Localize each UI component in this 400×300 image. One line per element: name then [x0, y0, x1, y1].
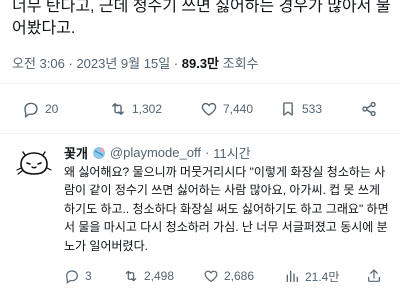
views-button[interactable]: 21.4만: [284, 268, 339, 285]
views-count: 89.3만: [181, 56, 220, 71]
tweet-action-bar: 20 1,302 7,440 533: [0, 98, 400, 120]
retweet-button[interactable]: 2,498: [123, 268, 174, 284]
retweet-button[interactable]: 1,302: [109, 100, 162, 118]
meta-separator: ·: [173, 56, 179, 71]
tweet-text: 너무 탄다고, 근데 청수기 쓰면 싫어하는 경우가 많아서 물어봤다고.: [12, 0, 391, 37]
share-button[interactable]: [360, 100, 378, 118]
share-icon: [362, 101, 376, 117]
reply-time[interactable]: 11시간: [213, 143, 250, 162]
like-count: 7,440: [223, 102, 254, 116]
divider: [0, 133, 400, 134]
retweet-icon: [112, 103, 124, 115]
tweet-date[interactable]: 2023년 9월 15일: [76, 56, 170, 71]
reply-count: 3: [85, 269, 92, 283]
meta-separator: ·: [204, 145, 210, 160]
doodle-face-icon: [16, 151, 52, 175]
heart-icon: [204, 270, 218, 282]
reply-count: 20: [45, 102, 59, 116]
tweet-meta: 오전 3:06 · 2023년 9월 15일 · 89.3만 조회수: [12, 53, 259, 72]
globe-badge-icon: [92, 146, 105, 159]
reply-author-name[interactable]: 꽃개: [64, 143, 88, 162]
reply-text: 왜 싫어해요? 물으니까 머뭇거리시다 "이렇게 화장실 청소하는 사람이 같이…: [64, 165, 389, 253]
divider: [0, 83, 400, 84]
like-count: 2,686: [224, 269, 255, 283]
reply-button[interactable]: 3: [64, 268, 92, 284]
bookmark-button[interactable]: 533: [279, 100, 322, 118]
reply-button[interactable]: 20: [22, 100, 58, 118]
like-button[interactable]: 7,440: [200, 100, 253, 118]
reply-icon: [24, 102, 38, 118]
retweet-count: 2,498: [144, 269, 175, 283]
reply-header: 꽃개 @playmode_off · 11시간: [64, 143, 251, 162]
views-count: 21.4만: [305, 269, 340, 284]
reply-icon: [66, 270, 78, 284]
reply-author-handle[interactable]: @playmode_off: [110, 145, 201, 160]
heart-icon: [201, 102, 217, 116]
meta-separator: ·: [68, 56, 73, 71]
views-label[interactable]: 조회수: [223, 56, 259, 71]
share-button[interactable]: [366, 268, 382, 284]
like-button[interactable]: 2,686: [203, 268, 254, 284]
bookmark-count: 533: [302, 102, 323, 116]
avatar[interactable]: [14, 144, 54, 184]
bookmark-icon: [283, 102, 293, 116]
reply-action-bar: 3 2,498 2,686 21.4만: [0, 265, 400, 287]
bar-chart-icon: [286, 270, 298, 282]
retweet-icon: [125, 270, 137, 282]
tweet-time[interactable]: 오전 3:06: [12, 56, 65, 71]
retweet-count: 1,302: [132, 102, 163, 116]
share-icon: [368, 269, 380, 282]
